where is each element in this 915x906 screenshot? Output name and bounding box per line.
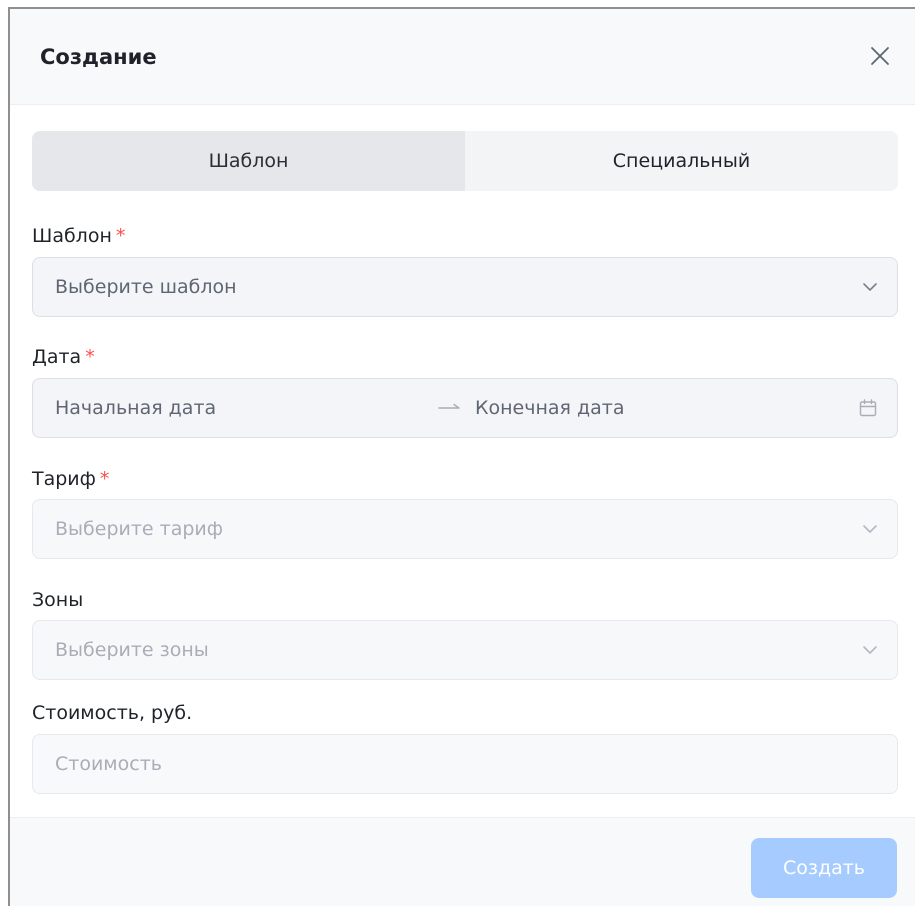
date-range-picker[interactable]: Начальная дата Конечная дата <box>32 378 898 438</box>
tariff-select-placeholder: Выберите тариф <box>55 518 224 540</box>
date-label: Дата * <box>32 346 95 368</box>
zones-select[interactable]: Выберите зоны <box>32 620 898 680</box>
dialog-body: Шаблон Специальный Шаблон * Выберите шабл… <box>10 105 915 817</box>
zones-label: Зоны <box>32 589 83 611</box>
template-select-placeholder: Выберите шаблон <box>55 276 237 298</box>
zones-select-placeholder: Выберите зоны <box>55 639 209 661</box>
template-label: Шаблон * <box>32 225 125 247</box>
tab-template[interactable]: Шаблон <box>32 131 465 191</box>
mode-tabs: Шаблон Специальный <box>32 131 898 191</box>
tariff-select[interactable]: Выберите тариф <box>32 499 898 559</box>
cost-label: Стоимость, руб. <box>32 702 192 724</box>
cost-input[interactable]: Стоимость <box>32 734 898 794</box>
close-button[interactable] <box>865 41 895 71</box>
end-date-input[interactable]: Конечная дата <box>475 397 624 419</box>
dialog-title: Создание <box>40 45 157 69</box>
required-mark: * <box>115 225 126 247</box>
dialog-header: Создание <box>10 9 915 105</box>
chevron-down-icon <box>859 639 881 661</box>
calendar-icon <box>857 397 879 419</box>
zones-label-text: Зоны <box>32 589 84 611</box>
date-label-text: Дата <box>32 346 82 368</box>
close-icon <box>871 47 889 65</box>
arrow-right-icon <box>437 401 465 415</box>
create-dialog: Создание Шаблон Специальный Шаблон * Выбе… <box>8 7 915 906</box>
create-button[interactable]: Создать <box>751 838 897 898</box>
chevron-down-icon <box>859 518 881 540</box>
tab-special[interactable]: Специальный <box>465 131 898 191</box>
chevron-down-icon <box>859 276 881 298</box>
required-mark: * <box>85 346 95 368</box>
start-date-input[interactable]: Начальная дата <box>55 397 216 419</box>
required-mark: * <box>99 468 110 490</box>
tariff-label-text: Тариф <box>32 468 96 490</box>
cost-input-placeholder: Стоимость <box>55 753 162 775</box>
cost-label-text: Стоимость, руб. <box>32 702 193 724</box>
template-select[interactable]: Выберите шаблон <box>32 257 898 317</box>
tariff-label: Тариф * <box>32 468 109 490</box>
template-label-text: Шаблон <box>32 225 112 247</box>
dialog-footer: Создать <box>10 817 915 906</box>
